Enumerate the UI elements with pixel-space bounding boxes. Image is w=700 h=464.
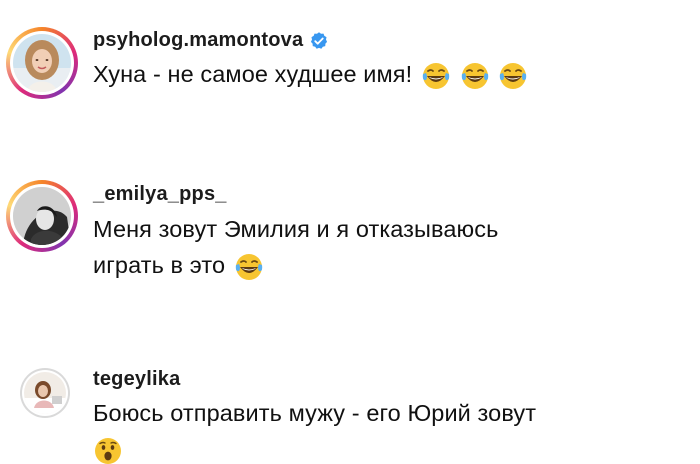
- verified-badge-icon: [311, 31, 328, 49]
- avatar: [24, 372, 66, 414]
- username-text[interactable]: psyholog.mamontova: [93, 29, 303, 52]
- avatar-frame: [10, 31, 74, 95]
- avatar-frame: [22, 370, 68, 416]
- comment-2: _emilya_pps_ Меня зовут Эмилия и я отказ…: [0, 150, 700, 330]
- comment-text-line: Боюсь отправить мужу - его Юрий зовут: [93, 400, 537, 426]
- comment-text: Боюсь отправить мужу - его Юрий зовут: [93, 395, 683, 464]
- tears-of-joy-emoji-icon: [461, 62, 488, 89]
- comment-text-line-2: [93, 431, 683, 464]
- comment-username[interactable]: psyholog.mamontova: [93, 29, 329, 52]
- comment-text-line: играть в это: [93, 252, 226, 278]
- comment-3: tegeylika Боюсь отправить мужу - его Юри…: [0, 330, 700, 464]
- avatar: [13, 187, 71, 245]
- username-text[interactable]: tegeylika: [93, 368, 180, 391]
- tears-of-joy-emoji-icon: [422, 62, 450, 89]
- avatar-story-ring[interactable]: [6, 27, 78, 99]
- avatar: [13, 34, 71, 92]
- comment-text: Хуна - не самое худшее имя!: [93, 56, 683, 92]
- avatar-story-ring[interactable]: [6, 180, 78, 252]
- comment-1: psyholog.mamontova Хуна - не самое худше…: [0, 0, 700, 150]
- comment-username[interactable]: tegeylika: [93, 368, 180, 391]
- tears-of-joy-emoji-icon: [499, 62, 527, 89]
- comment-text: Меня зовут Эмилия и я отказываюсь играть…: [93, 211, 683, 283]
- astonished-face-emoji-icon: [95, 437, 121, 464]
- comment-text-line-2: играть в это: [93, 247, 683, 283]
- avatar-ring[interactable]: [20, 368, 70, 418]
- comment-username[interactable]: _emilya_pps_: [93, 183, 227, 206]
- username-text[interactable]: _emilya_pps_: [93, 183, 227, 206]
- comment-text-line: Меня зовут Эмилия и я отказываюсь: [93, 216, 499, 242]
- tears-of-joy-emoji-icon: [235, 253, 262, 280]
- comment-text-body: Хуна - не самое худшее имя!: [93, 61, 413, 87]
- avatar-frame: [10, 184, 74, 248]
